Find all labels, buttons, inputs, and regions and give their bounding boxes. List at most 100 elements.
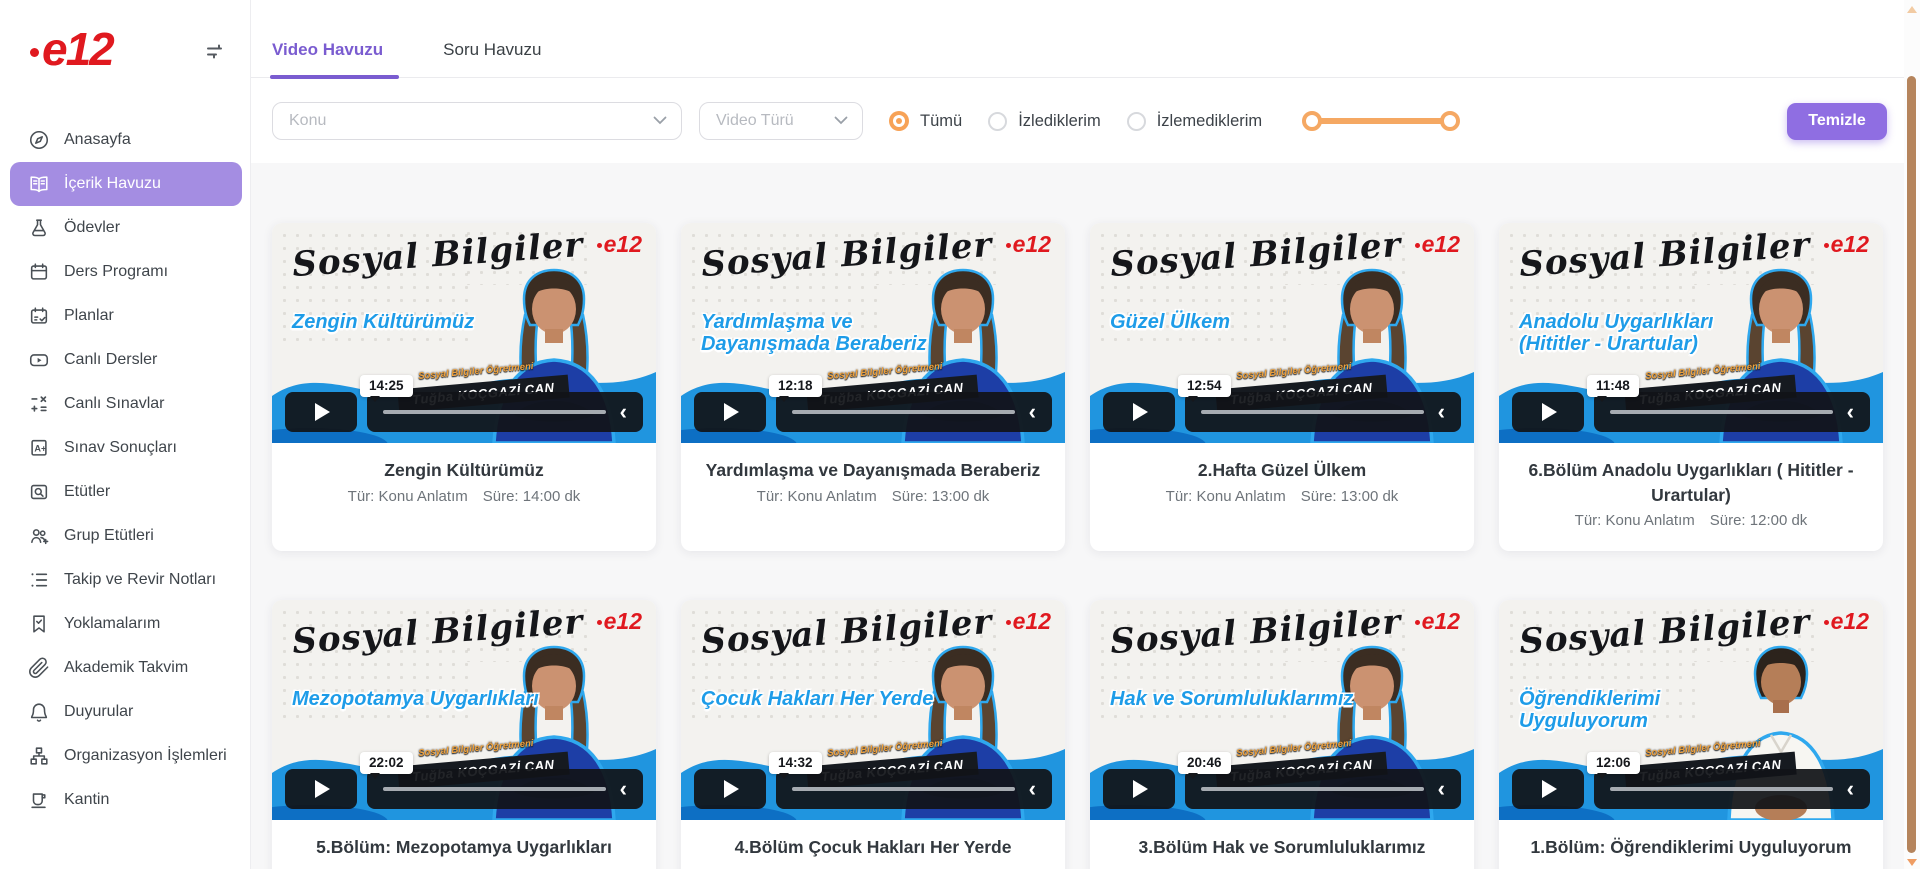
sidebar-item-etutler[interactable]: Etütler	[0, 470, 250, 514]
progress-track	[383, 787, 606, 791]
video-thumbnail[interactable]: Sosyal Bilgiler e12 Anadolu Uygarlıkları…	[1499, 223, 1883, 443]
video-card[interactable]: Sosyal Bilgiler e12 Öğrendiklerimi Uygul…	[1499, 600, 1883, 869]
paperclip-icon	[28, 657, 50, 679]
collapse-chevron-icon[interactable]: ‹	[1029, 779, 1036, 799]
video-player-controls: ‹	[1512, 769, 1870, 809]
scroll-up-arrow-icon[interactable]	[1907, 6, 1917, 13]
sidebar-item-odevler[interactable]: Ödevler	[0, 206, 250, 250]
video-thumbnail[interactable]: Sosyal Bilgiler e12 Öğrendiklerimi Uygul…	[1499, 600, 1883, 820]
video-card[interactable]: Sosyal Bilgiler e12 Güzel Ülkem Sosyal B…	[1090, 223, 1474, 551]
progress-bar[interactable]: ‹	[1594, 769, 1870, 809]
sidebar-item-label: Ödevler	[64, 219, 120, 237]
progress-bar[interactable]: ‹	[1185, 769, 1461, 809]
video-card[interactable]: Sosyal Bilgiler e12 Mezopotamya Uygarlık…	[272, 600, 656, 869]
play-button[interactable]	[1512, 769, 1584, 809]
radio-selected-icon	[889, 111, 909, 131]
collapse-chevron-icon[interactable]: ‹	[620, 779, 627, 799]
video-pool-content: Sosyal Bilgiler e12 Zengin Kültürümüz So…	[251, 163, 1920, 869]
radio-label: İzlediklerim	[1018, 112, 1101, 131]
sidebar-item-label: Yoklamalarım	[64, 615, 160, 633]
slider-handle-max[interactable]	[1440, 111, 1460, 131]
play-button[interactable]	[1103, 769, 1175, 809]
sidebar-item-takip-revir[interactable]: Takip ve Revir Notları	[0, 558, 250, 602]
play-button[interactable]	[1103, 392, 1175, 432]
progress-bar[interactable]: ‹	[1185, 392, 1461, 432]
video-meta: Tür: Konu Anlatım Süre: 14:00 dk	[290, 488, 638, 505]
sidebar-item-ders-programi[interactable]: Ders Programı	[0, 250, 250, 294]
video-card[interactable]: Sosyal Bilgiler e12 Zengin Kültürümüz So…	[272, 223, 656, 551]
group-add-icon	[28, 525, 50, 547]
collapse-chevron-icon[interactable]: ‹	[1847, 402, 1854, 422]
video-info: Yardımlaşma ve Dayanışmada Beraberiz Tür…	[681, 443, 1065, 527]
collapse-chevron-icon[interactable]: ‹	[1438, 402, 1445, 422]
video-thumbnail[interactable]: Sosyal Bilgiler e12 Hak ve Sorumluluklar…	[1090, 600, 1474, 820]
sidebar-item-organizasyon[interactable]: Organizasyon İşlemleri	[0, 734, 250, 778]
thumb-topic-title: Hak ve Sorumluluklarımız	[1110, 688, 1353, 710]
video-meta: Tür: Konu Anlatım Süre: 13:00 dk	[699, 488, 1047, 505]
video-thumbnail[interactable]: Sosyal Bilgiler e12 Çocuk Hakları Her Ye…	[681, 600, 1065, 820]
video-player-controls: ‹	[694, 769, 1052, 809]
play-button[interactable]	[285, 769, 357, 809]
sidebar-item-akademik-takvim[interactable]: Akademik Takvim	[0, 646, 250, 690]
scrollbar-thumb[interactable]	[1907, 76, 1916, 853]
collapse-chevron-icon[interactable]: ‹	[620, 402, 627, 422]
video-thumbnail[interactable]: Sosyal Bilgiler e12 Yardımlaşma ve Dayan…	[681, 223, 1065, 443]
sidebar-item-label: Anasayfa	[64, 131, 131, 149]
video-card[interactable]: Sosyal Bilgiler e12 Anadolu Uygarlıkları…	[1499, 223, 1883, 551]
progress-bar[interactable]: ‹	[776, 392, 1052, 432]
tab-video-havuzu[interactable]: Video Havuzu	[272, 40, 383, 77]
sidebar-nav: Anasayfa İçerik Havuzu Ödevler Ders Prog…	[0, 118, 250, 822]
thumb-topic-title: Mezopotamya Uygarlıkları	[292, 688, 539, 710]
sidebar-item-sinav-sonuclari[interactable]: A+ Sınav Sonuçları	[0, 426, 250, 470]
radio-izlediklerim[interactable]: İzlediklerim	[988, 112, 1101, 131]
tab-soru-havuzu[interactable]: Soru Havuzu	[443, 40, 541, 77]
collapse-chevron-icon[interactable]: ‹	[1438, 779, 1445, 799]
collapse-menu-icon[interactable]	[204, 40, 226, 67]
play-icon	[724, 780, 739, 798]
chevron-down-icon	[834, 112, 848, 130]
sidebar-item-anasayfa[interactable]: Anasayfa	[0, 118, 250, 162]
play-button[interactable]	[285, 392, 357, 432]
konu-select[interactable]: Konu	[272, 102, 682, 140]
sidebar-item-yoklamalarim[interactable]: Yoklamalarım	[0, 602, 250, 646]
sidebar-item-label: Duyurular	[64, 703, 133, 721]
logo-dot	[30, 48, 39, 57]
radio-izlemediklerim[interactable]: İzlemediklerim	[1127, 112, 1262, 131]
coffee-cup-icon	[28, 789, 50, 811]
progress-bar[interactable]: ‹	[367, 392, 643, 432]
progress-bar[interactable]: ‹	[776, 769, 1052, 809]
radio-tumu[interactable]: Tümü	[889, 111, 962, 131]
video-type: Tür: Konu Anlatım	[1575, 512, 1695, 529]
sidebar-item-planlar[interactable]: Planlar	[0, 294, 250, 338]
clear-filters-button[interactable]: Temizle	[1787, 103, 1887, 140]
video-thumbnail[interactable]: Sosyal Bilgiler e12 Zengin Kültürümüz So…	[272, 223, 656, 443]
sidebar-item-canli-sinavlar[interactable]: Canlı Sınavlar	[0, 382, 250, 426]
duration-range-slider[interactable]	[1302, 110, 1460, 132]
sidebar-item-canli-dersler[interactable]: Canlı Dersler	[0, 338, 250, 382]
video-thumbnail[interactable]: Sosyal Bilgiler e12 Mezopotamya Uygarlık…	[272, 600, 656, 820]
play-button[interactable]	[1512, 392, 1584, 432]
progress-track	[792, 787, 1015, 791]
konu-placeholder: Konu	[289, 112, 326, 130]
sidebar-item-duyurular[interactable]: Duyurular	[0, 690, 250, 734]
video-card[interactable]: Sosyal Bilgiler e12 Hak ve Sorumluluklar…	[1090, 600, 1474, 869]
video-thumbnail[interactable]: Sosyal Bilgiler e12 Güzel Ülkem Sosyal B…	[1090, 223, 1474, 443]
video-card[interactable]: Sosyal Bilgiler e12 Çocuk Hakları Her Ye…	[681, 600, 1065, 869]
thumb-topic-title: Güzel Ülkem	[1110, 311, 1230, 333]
sidebar-item-kantin[interactable]: Kantin	[0, 778, 250, 822]
sidebar-item-grup-etutleri[interactable]: Grup Etütleri	[0, 514, 250, 558]
collapse-chevron-icon[interactable]: ‹	[1847, 779, 1854, 799]
collapse-chevron-icon[interactable]: ‹	[1029, 402, 1036, 422]
video-card[interactable]: Sosyal Bilgiler e12 Yardımlaşma ve Dayan…	[681, 223, 1065, 551]
slider-handle-min[interactable]	[1302, 111, 1322, 131]
progress-bar[interactable]: ‹	[367, 769, 643, 809]
sidebar: e12 Anasayfa İçerik Havuzu Ödevler	[0, 0, 251, 869]
sidebar-item-icerik-havuzu[interactable]: İçerik Havuzu	[10, 162, 242, 206]
video-info: 2.Hafta Güzel Ülkem Tür: Konu Anlatım Sü…	[1090, 443, 1474, 527]
play-button[interactable]	[694, 769, 766, 809]
thumb-topic-title: Zengin Kültürümüz	[292, 311, 474, 333]
progress-bar[interactable]: ‹	[1594, 392, 1870, 432]
scroll-down-arrow-icon[interactable]	[1907, 859, 1917, 866]
video-turu-select[interactable]: Video Türü	[699, 102, 863, 140]
play-button[interactable]	[694, 392, 766, 432]
